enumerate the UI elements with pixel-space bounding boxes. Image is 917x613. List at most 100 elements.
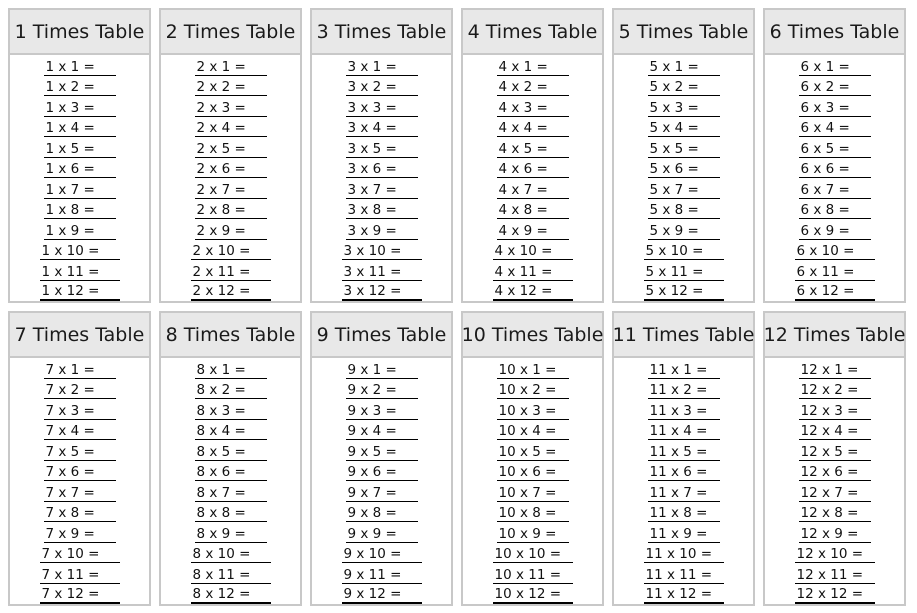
equation-answer-line[interactable]: 7 x 9 = xyxy=(43,526,116,543)
equation-answer-line[interactable]: 11 x 3 = xyxy=(647,403,720,420)
equation-answer-line[interactable]: 9 x 4 = xyxy=(345,424,418,440)
equation-answer-line[interactable]: 2 x 9 = xyxy=(194,223,267,240)
equation-answer-line[interactable]: 6 x 3 = xyxy=(798,100,871,117)
equation-answer-line[interactable]: 12 x 5 = xyxy=(798,444,871,461)
equation-answer-line[interactable]: 1 x 4 = xyxy=(43,121,116,137)
equation-answer-line[interactable]: 8 x 2 = xyxy=(194,383,267,399)
equation-answer-line[interactable]: 2 x 10 = xyxy=(190,244,271,260)
equation-answer-line[interactable]: 7 x 10 = xyxy=(39,547,120,563)
equation-answer-line[interactable]: 7 x 7 = xyxy=(43,485,116,502)
equation-answer-line[interactable]: 9 x 6 = xyxy=(345,465,418,481)
equation-answer-line[interactable]: 6 x 5 = xyxy=(798,141,871,158)
equation-answer-line[interactable]: 1 x 5 = xyxy=(43,141,116,158)
equation-answer-line[interactable]: 10 x 4 = xyxy=(496,424,569,440)
equation-answer-line[interactable]: 12 x 9 = xyxy=(798,526,871,543)
equation-answer-line[interactable]: 9 x 7 = xyxy=(345,485,418,502)
equation-answer-line[interactable]: 7 x 11 = xyxy=(39,567,120,584)
equation-answer-line[interactable]: 2 x 1 = xyxy=(194,59,267,76)
equation-answer-line[interactable]: 1 x 6 = xyxy=(43,162,116,178)
equation-answer-line[interactable]: 8 x 5 = xyxy=(194,444,267,461)
equation-answer-line[interactable]: 7 x 8 = xyxy=(43,506,116,522)
equation-answer-line[interactable]: 2 x 7 = xyxy=(194,182,267,199)
equation-answer-line[interactable]: 8 x 3 = xyxy=(194,403,267,420)
equation-answer-line[interactable]: 5 x 4 = xyxy=(647,121,720,137)
equation-answer-line[interactable]: 1 x 9 = xyxy=(43,223,116,240)
equation-answer-line[interactable]: 8 x 8 = xyxy=(194,506,267,522)
equation-answer-line[interactable]: 9 x 1 = xyxy=(345,362,418,379)
equation-answer-line[interactable]: 4 x 2 = xyxy=(496,80,569,96)
equation-answer-line[interactable]: 12 x 12 = xyxy=(794,587,875,604)
equation-answer-line[interactable]: 8 x 7 = xyxy=(194,485,267,502)
equation-answer-line[interactable]: 2 x 11 = xyxy=(190,264,271,281)
equation-answer-line[interactable]: 10 x 6 = xyxy=(496,465,569,481)
equation-answer-line[interactable]: 1 x 10 = xyxy=(39,244,120,260)
equation-answer-line[interactable]: 12 x 11 = xyxy=(794,567,875,584)
equation-answer-line[interactable]: 5 x 9 = xyxy=(647,223,720,240)
equation-answer-line[interactable]: 6 x 9 = xyxy=(798,223,871,240)
equation-answer-line[interactable]: 10 x 11 = xyxy=(492,567,573,584)
equation-answer-line[interactable]: 3 x 9 = xyxy=(345,223,418,240)
equation-answer-line[interactable]: 3 x 1 = xyxy=(345,59,418,76)
equation-answer-line[interactable]: 5 x 1 = xyxy=(647,59,720,76)
equation-answer-line[interactable]: 7 x 6 = xyxy=(43,465,116,481)
equation-answer-line[interactable]: 4 x 8 = xyxy=(496,203,569,219)
equation-answer-line[interactable]: 3 x 2 = xyxy=(345,80,418,96)
equation-answer-line[interactable]: 12 x 2 = xyxy=(798,383,871,399)
equation-answer-line[interactable]: 1 x 1 = xyxy=(43,59,116,76)
equation-answer-line[interactable]: 6 x 12 = xyxy=(794,284,875,301)
equation-answer-line[interactable]: 4 x 9 = xyxy=(496,223,569,240)
equation-answer-line[interactable]: 6 x 7 = xyxy=(798,182,871,199)
equation-answer-line[interactable]: 10 x 8 = xyxy=(496,506,569,522)
equation-answer-line[interactable]: 9 x 12 = xyxy=(341,587,422,604)
equation-answer-line[interactable]: 7 x 4 = xyxy=(43,424,116,440)
equation-answer-line[interactable]: 7 x 1 = xyxy=(43,362,116,379)
equation-answer-line[interactable]: 12 x 1 = xyxy=(798,362,871,379)
equation-answer-line[interactable]: 4 x 12 = xyxy=(492,284,573,301)
equation-answer-line[interactable]: 6 x 4 = xyxy=(798,121,871,137)
equation-answer-line[interactable]: 6 x 1 = xyxy=(798,59,871,76)
equation-answer-line[interactable]: 12 x 6 = xyxy=(798,465,871,481)
equation-answer-line[interactable]: 5 x 5 = xyxy=(647,141,720,158)
equation-answer-line[interactable]: 5 x 11 = xyxy=(643,264,724,281)
equation-answer-line[interactable]: 10 x 9 = xyxy=(496,526,569,543)
equation-answer-line[interactable]: 11 x 7 = xyxy=(647,485,720,502)
equation-answer-line[interactable]: 5 x 12 = xyxy=(643,284,724,301)
equation-answer-line[interactable]: 5 x 6 = xyxy=(647,162,720,178)
equation-answer-line[interactable]: 3 x 3 = xyxy=(345,100,418,117)
equation-answer-line[interactable]: 2 x 4 = xyxy=(194,121,267,137)
equation-answer-line[interactable]: 4 x 11 = xyxy=(492,264,573,281)
equation-answer-line[interactable]: 10 x 2 = xyxy=(496,383,569,399)
equation-answer-line[interactable]: 7 x 2 = xyxy=(43,383,116,399)
equation-answer-line[interactable]: 4 x 10 = xyxy=(492,244,573,260)
equation-answer-line[interactable]: 5 x 10 = xyxy=(643,244,724,260)
equation-answer-line[interactable]: 11 x 8 = xyxy=(647,506,720,522)
equation-answer-line[interactable]: 6 x 6 = xyxy=(798,162,871,178)
equation-answer-line[interactable]: 3 x 12 = xyxy=(341,284,422,301)
equation-answer-line[interactable]: 9 x 8 = xyxy=(345,506,418,522)
equation-answer-line[interactable]: 3 x 8 = xyxy=(345,203,418,219)
equation-answer-line[interactable]: 8 x 11 = xyxy=(190,567,271,584)
equation-answer-line[interactable]: 9 x 10 = xyxy=(341,547,422,563)
equation-answer-line[interactable]: 6 x 11 = xyxy=(794,264,875,281)
equation-answer-line[interactable]: 7 x 5 = xyxy=(43,444,116,461)
equation-answer-line[interactable]: 8 x 1 = xyxy=(194,362,267,379)
equation-answer-line[interactable]: 11 x 4 = xyxy=(647,424,720,440)
equation-answer-line[interactable]: 11 x 10 = xyxy=(643,547,724,563)
equation-answer-line[interactable]: 10 x 5 = xyxy=(496,444,569,461)
equation-answer-line[interactable]: 11 x 2 = xyxy=(647,383,720,399)
equation-answer-line[interactable]: 12 x 8 = xyxy=(798,506,871,522)
equation-answer-line[interactable]: 6 x 10 = xyxy=(794,244,875,260)
equation-answer-line[interactable]: 2 x 12 = xyxy=(190,284,271,301)
equation-answer-line[interactable]: 2 x 5 = xyxy=(194,141,267,158)
equation-answer-line[interactable]: 3 x 10 = xyxy=(341,244,422,260)
equation-answer-line[interactable]: 3 x 6 = xyxy=(345,162,418,178)
equation-answer-line[interactable]: 4 x 6 = xyxy=(496,162,569,178)
equation-answer-line[interactable]: 8 x 12 = xyxy=(190,587,271,604)
equation-answer-line[interactable]: 4 x 5 = xyxy=(496,141,569,158)
equation-answer-line[interactable]: 9 x 2 = xyxy=(345,383,418,399)
equation-answer-line[interactable]: 2 x 8 = xyxy=(194,203,267,219)
equation-answer-line[interactable]: 12 x 3 = xyxy=(798,403,871,420)
equation-answer-line[interactable]: 11 x 9 = xyxy=(647,526,720,543)
equation-answer-line[interactable]: 7 x 3 = xyxy=(43,403,116,420)
equation-answer-line[interactable]: 12 x 7 = xyxy=(798,485,871,502)
